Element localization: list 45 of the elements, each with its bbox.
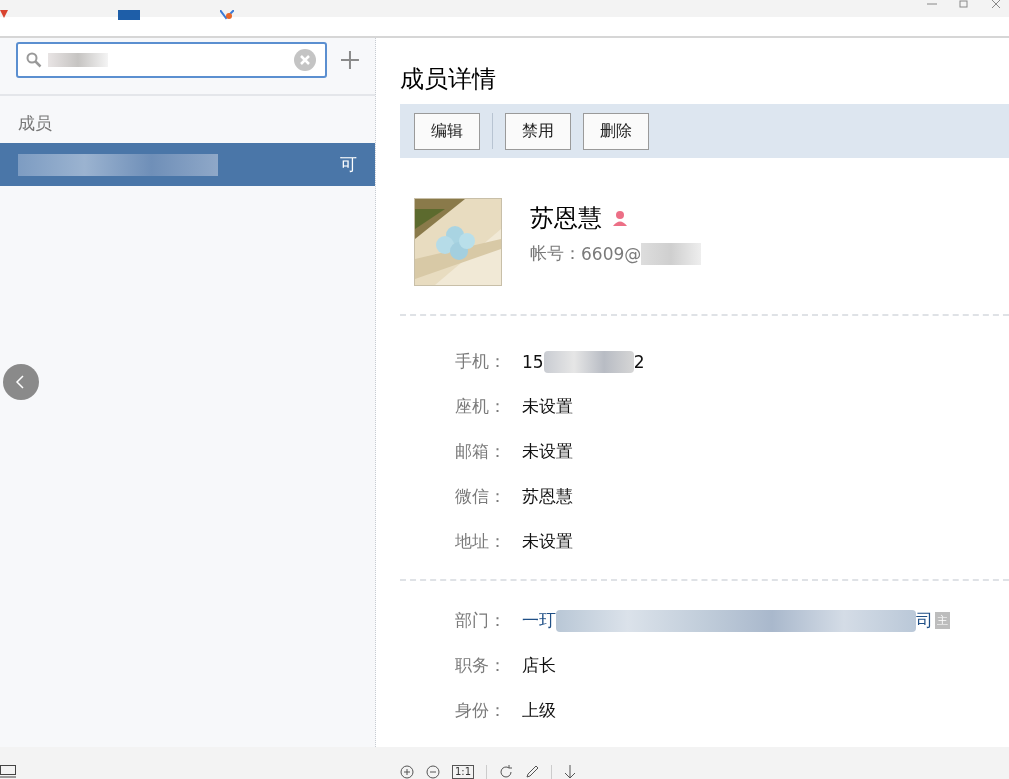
member-name: 苏恩慧 bbox=[530, 203, 602, 234]
person-icon bbox=[612, 210, 628, 226]
action-button[interactable]: 删除 bbox=[583, 112, 649, 150]
chevron-left-icon bbox=[15, 375, 27, 389]
field-label: 部门： bbox=[455, 609, 507, 632]
field-value: 未设置 bbox=[522, 440, 573, 463]
download-icon[interactable] bbox=[564, 765, 577, 779]
field-link[interactable]: 司 bbox=[916, 609, 933, 632]
account-label: 帐号： bbox=[530, 242, 581, 265]
close-icon[interactable] bbox=[991, 0, 1001, 8]
field-label: 微信： bbox=[455, 485, 507, 508]
blurred-text bbox=[641, 242, 702, 265]
actual-size-button[interactable]: 1:1 bbox=[452, 765, 475, 779]
blurred-text bbox=[48, 53, 108, 67]
search-icon bbox=[26, 52, 42, 68]
account-value: 6609@ bbox=[581, 243, 642, 264]
field-value: 未设置 bbox=[522, 395, 573, 418]
field-value: 未设置 bbox=[522, 530, 573, 553]
field-label: 邮箱： bbox=[455, 440, 507, 463]
rotate-icon[interactable] bbox=[499, 765, 514, 779]
field-label: 手机： bbox=[455, 350, 507, 373]
maximize-icon[interactable] bbox=[959, 0, 969, 8]
primary-badge: 主 bbox=[935, 612, 950, 629]
add-icon[interactable] bbox=[341, 51, 359, 69]
field-label: 身份： bbox=[455, 699, 507, 722]
field-value: 店长 bbox=[522, 654, 556, 677]
page-title: 成员详情 bbox=[400, 64, 497, 95]
field-label: 座机： bbox=[455, 395, 507, 418]
field-link[interactable]: 一玎 bbox=[522, 609, 556, 632]
pencil-icon[interactable] bbox=[525, 765, 540, 779]
layout-icon[interactable] bbox=[0, 765, 16, 779]
section-title: 成员 bbox=[17, 112, 53, 135]
field-value: 苏恩慧 bbox=[522, 485, 573, 508]
search-field[interactable] bbox=[16, 42, 328, 78]
member-item[interactable]: 可 bbox=[0, 143, 375, 186]
field-value: 15 bbox=[522, 351, 544, 372]
action-button[interactable]: 编辑 bbox=[414, 112, 480, 150]
field-label: 地址： bbox=[455, 530, 507, 553]
field-label: 职务： bbox=[455, 654, 507, 677]
collapse-button[interactable] bbox=[3, 364, 39, 400]
zoom-out-icon[interactable] bbox=[426, 765, 440, 779]
zoom-in-icon[interactable] bbox=[400, 765, 414, 779]
action-button[interactable]: 禁用 bbox=[505, 112, 571, 150]
field-value: 2 bbox=[633, 351, 645, 372]
field-value: 上级 bbox=[522, 699, 556, 722]
